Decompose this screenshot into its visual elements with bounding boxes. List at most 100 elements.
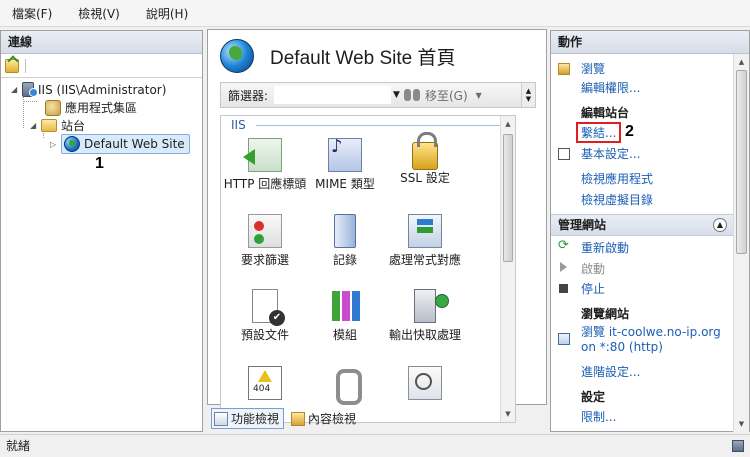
feature-label: 模組	[332, 328, 357, 342]
connections-toolbar	[1, 54, 202, 78]
tree-node-sites-label: 站台	[61, 119, 86, 133]
app-pool-icon	[45, 99, 61, 116]
tree-line	[23, 94, 24, 128]
action-browse-url-binding[interactable]: on *:80 (http)	[581, 340, 663, 354]
browse-site-heading: 瀏覽網站	[581, 307, 630, 321]
menu-help[interactable]: 說明(H)	[142, 3, 192, 24]
logging-icon	[334, 214, 356, 248]
feature-error-pages[interactable]	[223, 366, 307, 404]
toolbar-separator	[25, 58, 26, 73]
action-edit-permissions[interactable]: 編輯權限...	[581, 79, 640, 96]
goto-label: 移至(G)	[424, 88, 468, 103]
compression-icon	[328, 366, 362, 405]
feature-label: SSL 設定	[400, 171, 450, 185]
feature-modules[interactable]: 模組	[303, 289, 387, 343]
start-icon	[560, 262, 567, 272]
basic-settings-icon	[558, 148, 570, 160]
feature-mime-types[interactable]: MIME 類型	[303, 138, 387, 192]
http-response-headers-icon	[243, 138, 282, 172]
tab-content-view[interactable]: 內容檢視	[288, 408, 361, 429]
feature-label: 處理常式對應	[388, 253, 461, 267]
collapse-arrow-icon[interactable]: ◢	[30, 121, 38, 130]
feature-directory-browsing[interactable]	[383, 366, 467, 404]
scroll-down-icon[interactable]: ▼	[501, 407, 515, 421]
filter-bar: 篩選器: ▼ 移至(G) ▼ ▲ ▼	[220, 82, 536, 108]
expand-arrow-icon[interactable]: ▷	[50, 140, 58, 149]
action-view-applications[interactable]: 檢視應用程式	[581, 170, 653, 187]
menu-file[interactable]: 檔案(F)	[8, 3, 56, 24]
tree-node-app-pools[interactable]: 應用程式集區	[45, 99, 137, 116]
bindings-highlight-box	[576, 122, 621, 143]
connections-header: 連線	[1, 31, 202, 54]
edit-site-heading: 編輯站台	[581, 106, 630, 120]
mime-types-icon	[328, 138, 362, 172]
scroll-up-icon[interactable]: ▲	[501, 117, 515, 131]
action-limits[interactable]: 限制...	[581, 408, 616, 425]
feature-handler-mappings[interactable]: 處理常式對應	[383, 214, 467, 268]
scroll-thumb[interactable]	[736, 70, 747, 254]
view-tabs: 功能檢視 內容檢視	[211, 408, 361, 429]
scroll-thumb[interactable]	[503, 134, 513, 262]
tree-node-server[interactable]: ◢ IIS (IIS\Administrator)	[11, 82, 166, 97]
collapse-arrow-icon[interactable]: ◢	[11, 85, 19, 94]
default-document-icon	[252, 289, 285, 326]
menu-view[interactable]: 檢視(V)	[74, 3, 124, 24]
action-browse-url[interactable]: 瀏覽 it-coolwe.no-ip.org	[581, 323, 721, 340]
features-scrollbar[interactable]: ▲ ▼	[500, 116, 515, 422]
selected-site[interactable]: Default Web Site	[61, 134, 190, 154]
page-header: Default Web Site 首頁	[208, 30, 546, 82]
tree-node-app-pools-label: 應用程式集區	[65, 101, 138, 115]
filter-dropdown-icon[interactable]: ▼	[393, 90, 400, 100]
request-filtering-icon	[248, 214, 282, 248]
tab-content-view-label: 內容檢視	[308, 412, 357, 426]
feature-label: 要求篩選	[240, 253, 289, 267]
tab-features-view[interactable]: 功能檢視	[211, 408, 285, 429]
feature-output-caching[interactable]: 輸出快取處理	[383, 289, 467, 343]
center-pane: Default Web Site 首頁 篩選器: ▼ 移至(G) ▼ ▲ ▼ II…	[207, 29, 547, 432]
collapse-icon[interactable]: ▲	[713, 218, 727, 232]
goto-dropdown-icon[interactable]: ▼	[476, 91, 482, 100]
manage-site-section[interactable]: 管理網站 ▲	[551, 214, 749, 236]
status-bar: 就緒	[0, 434, 750, 457]
restart-icon: ⟳	[558, 238, 569, 253]
callout-2: 2	[625, 123, 634, 140]
connect-icon[interactable]	[5, 58, 19, 73]
feature-compression[interactable]	[303, 366, 387, 405]
action-stop[interactable]: 停止	[581, 280, 605, 297]
actions-pane: 動作 瀏覽 編輯權限... 編輯站台 繫結... 2 基本設定... 檢視應用程…	[550, 30, 750, 432]
feature-ssl[interactable]: SSL 設定	[383, 132, 467, 186]
scroll-down-icon[interactable]: ▼	[734, 417, 749, 431]
feature-label: MIME 類型	[315, 177, 375, 191]
feature-request-filtering[interactable]: 要求篩選	[223, 214, 307, 268]
sites-folder-icon	[41, 119, 57, 132]
status-text: 就緒	[6, 439, 31, 453]
feature-default-document[interactable]: 預設文件	[223, 289, 307, 343]
scroll-up-icon[interactable]: ▲	[734, 55, 749, 69]
tree-line	[23, 101, 37, 102]
actions-scrollbar[interactable]: ▲ ▼	[733, 54, 749, 432]
feature-label: 預設文件	[240, 328, 289, 342]
menu-bar: 檔案(F) 檢視(V) 說明(H)	[0, 0, 750, 27]
feature-label: 輸出快取處理	[388, 328, 461, 342]
action-browse[interactable]: 瀏覽	[581, 60, 605, 77]
filter-input[interactable]	[274, 86, 392, 104]
action-view-virtual-dirs[interactable]: 檢視虛擬目錄	[581, 191, 653, 208]
action-basic-settings[interactable]: 基本設定...	[581, 145, 640, 162]
feature-http-headers[interactable]: HTTP 回應標頭	[223, 138, 307, 192]
action-start[interactable]: 啟動	[581, 260, 605, 277]
filter-label: 篩選器:	[228, 88, 269, 103]
tree-node-default-web-site[interactable]: ▷ Default Web Site	[50, 134, 190, 154]
tree-node-site-label: Default Web Site	[84, 137, 185, 151]
modules-icon	[328, 289, 362, 323]
tree-node-sites[interactable]: ◢ 站台	[30, 117, 85, 134]
goto-button[interactable]: 移至(G) ▼	[403, 87, 482, 104]
action-advanced-settings[interactable]: 進階設定...	[581, 363, 640, 380]
filter-scroll-icon[interactable]: ▲ ▼	[521, 83, 535, 107]
server-status-icon	[732, 440, 744, 452]
directory-browsing-icon	[408, 366, 442, 400]
action-restart[interactable]: 重新啟動	[581, 239, 629, 256]
binoculars-icon	[403, 89, 422, 101]
feature-logging[interactable]: 記錄	[303, 214, 387, 268]
browse-icon	[558, 63, 570, 75]
browse-web-icon	[558, 333, 570, 345]
